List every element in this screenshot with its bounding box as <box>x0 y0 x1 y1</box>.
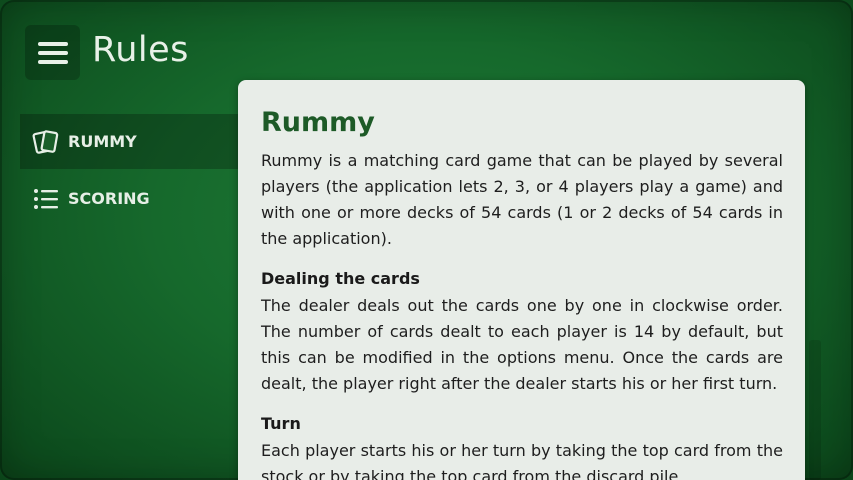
section-text: Each player starts his or her turn by ta… <box>261 441 783 480</box>
list-icon <box>32 185 60 213</box>
sidebar-item-scoring[interactable]: SCORING <box>20 171 238 226</box>
rules-intro: Rummy is a matching card game that can b… <box>261 151 783 248</box>
section-title: Dealing the cards <box>261 269 420 288</box>
sidebar-item-label: SCORING <box>68 189 150 208</box>
page-title: Rules <box>92 30 189 70</box>
felt-watermark <box>805 340 825 480</box>
cards-icon <box>32 128 60 156</box>
sidebar-item-rummy[interactable]: RUMMY <box>20 114 238 169</box>
rules-heading: Rummy <box>261 107 375 138</box>
section-text: The dealer deals out the cards one by on… <box>261 296 783 393</box>
menu-button[interactable] <box>25 25 80 80</box>
hamburger-icon <box>37 41 68 64</box>
rules-panel[interactable]: Rummy Rummy is a matching card game that… <box>238 80 805 480</box>
section-title: Turn <box>261 414 301 433</box>
sidebar-item-label: RUMMY <box>68 132 137 151</box>
